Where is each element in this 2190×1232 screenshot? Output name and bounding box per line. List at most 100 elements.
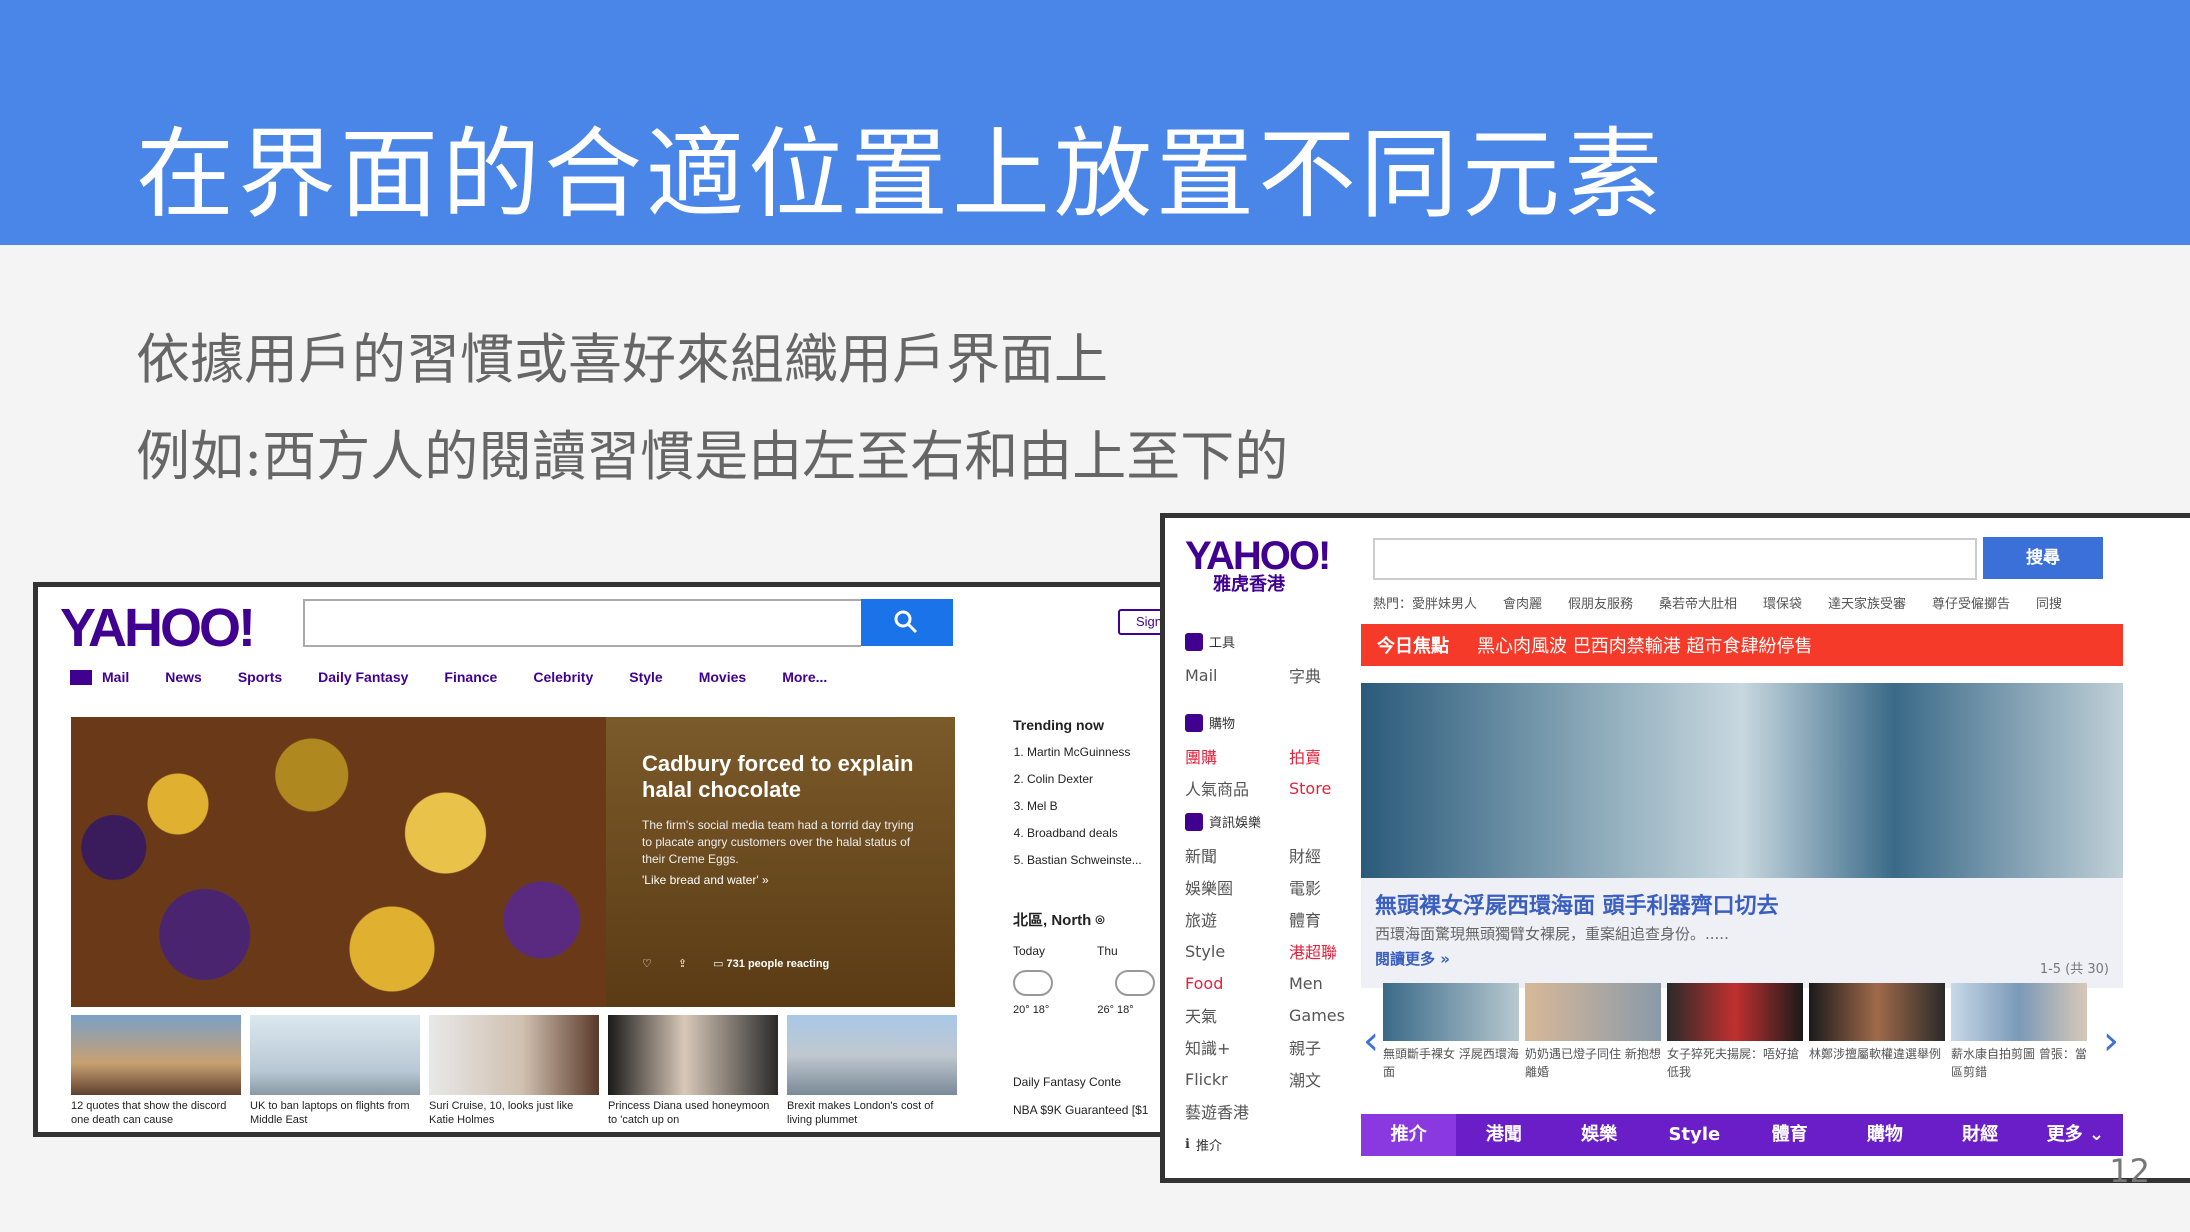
thumb-card[interactable]: UK to ban laptops on flights from Middle…: [250, 1015, 420, 1127]
thumb-caption[interactable]: 奶奶遇已燈子同住 新抱想離婚: [1525, 1045, 1667, 1085]
thumb-caption[interactable]: 12 quotes that show the discord one deat…: [71, 1099, 241, 1127]
sidebar-item[interactable]: 港超聯: [1289, 939, 1349, 963]
sidebar-item[interactable]: 財經: [1289, 843, 1349, 867]
sidebar-item[interactable]: 人氣商品: [1185, 776, 1289, 800]
tab-recommend[interactable]: 推介: [1361, 1114, 1457, 1156]
search-input[interactable]: [303, 599, 861, 647]
tab-shopping[interactable]: 購物: [1837, 1114, 1932, 1156]
yahoo-logo[interactable]: YAHOO!: [60, 597, 256, 659]
thumb-image[interactable]: [1951, 983, 2087, 1041]
thumb-caption[interactable]: 林鄭涉擅屬軟權違選舉例: [1809, 1045, 1951, 1085]
sidebar-item[interactable]: Mail: [1185, 666, 1289, 685]
nav-movies[interactable]: Movies: [699, 669, 746, 685]
nav-daily-fantasy[interactable]: Daily Fantasy: [318, 669, 408, 685]
sidebar-item[interactable]: 藝遊香港: [1185, 1099, 1289, 1123]
main-story-image[interactable]: [1361, 683, 2123, 878]
thumb-image[interactable]: [1667, 983, 1803, 1041]
sidebar-item[interactable]: Food: [1185, 974, 1289, 993]
sidebar-item[interactable]: 電影: [1289, 875, 1349, 899]
tab-entertainment[interactable]: 娛樂: [1552, 1114, 1647, 1156]
nav-celebrity[interactable]: Celebrity: [533, 669, 593, 685]
sidebar-item[interactable]: Men: [1289, 974, 1349, 993]
thumb-caption[interactable]: Suri Cruise, 10, looks just like Katie H…: [429, 1099, 599, 1127]
thumb-image[interactable]: [608, 1015, 778, 1095]
trending-item[interactable]: Mel B: [1027, 799, 1142, 826]
thumb-image[interactable]: [1525, 983, 1661, 1041]
fantasy-line[interactable]: NBA $9K Guaranteed [$1: [1013, 1103, 1148, 1117]
sidebar-item[interactable]: 親子: [1289, 1035, 1349, 1059]
sidebar-item[interactable]: 體育: [1289, 907, 1349, 931]
hero-title[interactable]: Cadbury forced to explain halal chocolat…: [642, 751, 932, 803]
trending-item[interactable]: Martin McGuinness: [1027, 745, 1142, 772]
thumb-card[interactable]: 奶奶遇已燈子同住 新抱想離婚: [1525, 983, 1667, 1085]
nav-mail[interactable]: Mail: [70, 669, 129, 685]
sidebar-item[interactable]: Style: [1185, 942, 1289, 961]
sidebar-item[interactable]: 字典: [1289, 663, 1349, 687]
thumb-card[interactable]: 薪水康自拍剪圖 曾張：當區剪錯: [1951, 983, 2093, 1085]
thumb-caption[interactable]: UK to ban laptops on flights from Middle…: [250, 1099, 420, 1127]
sidebar-item[interactable]: 團購: [1185, 744, 1289, 768]
sidebar-item[interactable]: Store: [1289, 779, 1349, 798]
thumb-caption[interactable]: 女子猝死夫揚屍：唔好搶低我: [1667, 1045, 1809, 1085]
thumb-caption[interactable]: 薪水康自拍剪圖 曾張：當區剪錯: [1951, 1045, 2093, 1085]
thumb-image[interactable]: [1809, 983, 1945, 1041]
thumb-card[interactable]: 林鄭涉擅屬軟權違選舉例: [1809, 983, 1951, 1085]
thumb-image[interactable]: [71, 1015, 241, 1095]
thumb-card[interactable]: Suri Cruise, 10, looks just like Katie H…: [429, 1015, 599, 1127]
comment-count[interactable]: ▭ 731 people reacting: [713, 957, 829, 970]
search-button[interactable]: [861, 599, 953, 646]
thumb-caption[interactable]: Brexit makes London's cost of living plu…: [787, 1099, 957, 1127]
tab-hk-news[interactable]: 港聞: [1456, 1114, 1551, 1156]
hero-image[interactable]: [71, 717, 606, 1007]
hot-searches[interactable]: 熱門：愛胖妹男人 會肉麗 假朋友服務 桑若帝大肚相 環保袋 達天家族受審 尊仔受…: [1373, 593, 2062, 612]
sidebar-item[interactable]: 旅遊: [1185, 907, 1289, 931]
nav-style[interactable]: Style: [629, 669, 662, 685]
today-focus-bar[interactable]: 今日焦點 黑心肉風波 巴西肉禁輸港 超市食肆紛停售: [1361, 624, 2123, 666]
search-input[interactable]: [1373, 538, 1977, 580]
thumb-card[interactable]: Brexit makes London's cost of living plu…: [787, 1015, 957, 1127]
tab-sports[interactable]: 體育: [1742, 1114, 1837, 1156]
nav-sports[interactable]: Sports: [238, 669, 282, 685]
thumb-image[interactable]: [429, 1015, 599, 1095]
hero-story[interactable]: Cadbury forced to explain halal chocolat…: [71, 717, 955, 1007]
nav-more[interactable]: More...: [782, 669, 827, 685]
share-icon[interactable]: ⇪: [678, 957, 687, 970]
thumb-card[interactable]: 12 quotes that show the discord one deat…: [71, 1015, 241, 1127]
sidebar-item[interactable]: 知識+: [1185, 1035, 1289, 1059]
carousel-next-icon[interactable]: ›: [2103, 1018, 2119, 1064]
sidebar-item[interactable]: Games: [1289, 1006, 1349, 1025]
thumb-card[interactable]: Princess Diana used honeymoon to 'catch …: [608, 1015, 778, 1127]
nav-finance[interactable]: Finance: [444, 669, 497, 685]
sidebar-item[interactable]: 天氣: [1185, 1003, 1289, 1027]
weather-temp: 20° 18°: [1013, 1004, 1050, 1016]
tab-more[interactable]: 更多 ⌄: [2028, 1114, 2123, 1156]
main-headline[interactable]: 無頭裸女浮屍西環海面 頭手利器齊口切去: [1375, 888, 1779, 920]
trending-item[interactable]: Broadband deals: [1027, 826, 1142, 853]
hero-link[interactable]: 'Like bread and water' »: [642, 873, 769, 887]
thumb-card[interactable]: 無頭斷手裸女 浮屍西環海面: [1383, 983, 1525, 1085]
search-button[interactable]: 搜尋: [1983, 537, 2103, 579]
sidebar-item[interactable]: 潮文: [1289, 1067, 1349, 1091]
read-more-link[interactable]: 閱讀更多 »: [1375, 948, 1450, 969]
weather-location[interactable]: 北區, North ⌾: [1013, 909, 1155, 930]
trending-item[interactable]: Colin Dexter: [1027, 772, 1142, 799]
sidebar-item[interactable]: 新聞: [1185, 843, 1289, 867]
sidebar-item[interactable]: Flickr: [1185, 1070, 1289, 1089]
thumb-image[interactable]: [787, 1015, 957, 1095]
tab-finance[interactable]: 財經: [1933, 1114, 2028, 1156]
thumb-caption[interactable]: Princess Diana used honeymoon to 'catch …: [608, 1099, 778, 1127]
heart-icon[interactable]: ♡: [642, 957, 652, 970]
nav-news[interactable]: News: [165, 669, 202, 685]
thumb-image[interactable]: [250, 1015, 420, 1095]
weather-day: Today: [1013, 944, 1046, 958]
fantasy-title[interactable]: Daily Fantasy Conte: [1013, 1075, 1148, 1089]
tab-style[interactable]: Style: [1647, 1114, 1742, 1156]
carousel-prev-icon[interactable]: ‹: [1363, 1018, 1379, 1064]
focus-text[interactable]: 黑心肉風波 巴西肉禁輸港 超市食肆紛停售: [1477, 632, 1812, 658]
sidebar-item[interactable]: 娛樂圈: [1185, 875, 1289, 899]
thumb-caption[interactable]: 無頭斷手裸女 浮屍西環海面: [1383, 1045, 1525, 1085]
trending-item[interactable]: Bastian Schweinste...: [1027, 853, 1142, 880]
thumb-image[interactable]: [1383, 983, 1519, 1041]
sidebar-item[interactable]: 拍賣: [1289, 744, 1349, 768]
thumb-card[interactable]: 女子猝死夫揚屍：唔好搶低我: [1667, 983, 1809, 1085]
